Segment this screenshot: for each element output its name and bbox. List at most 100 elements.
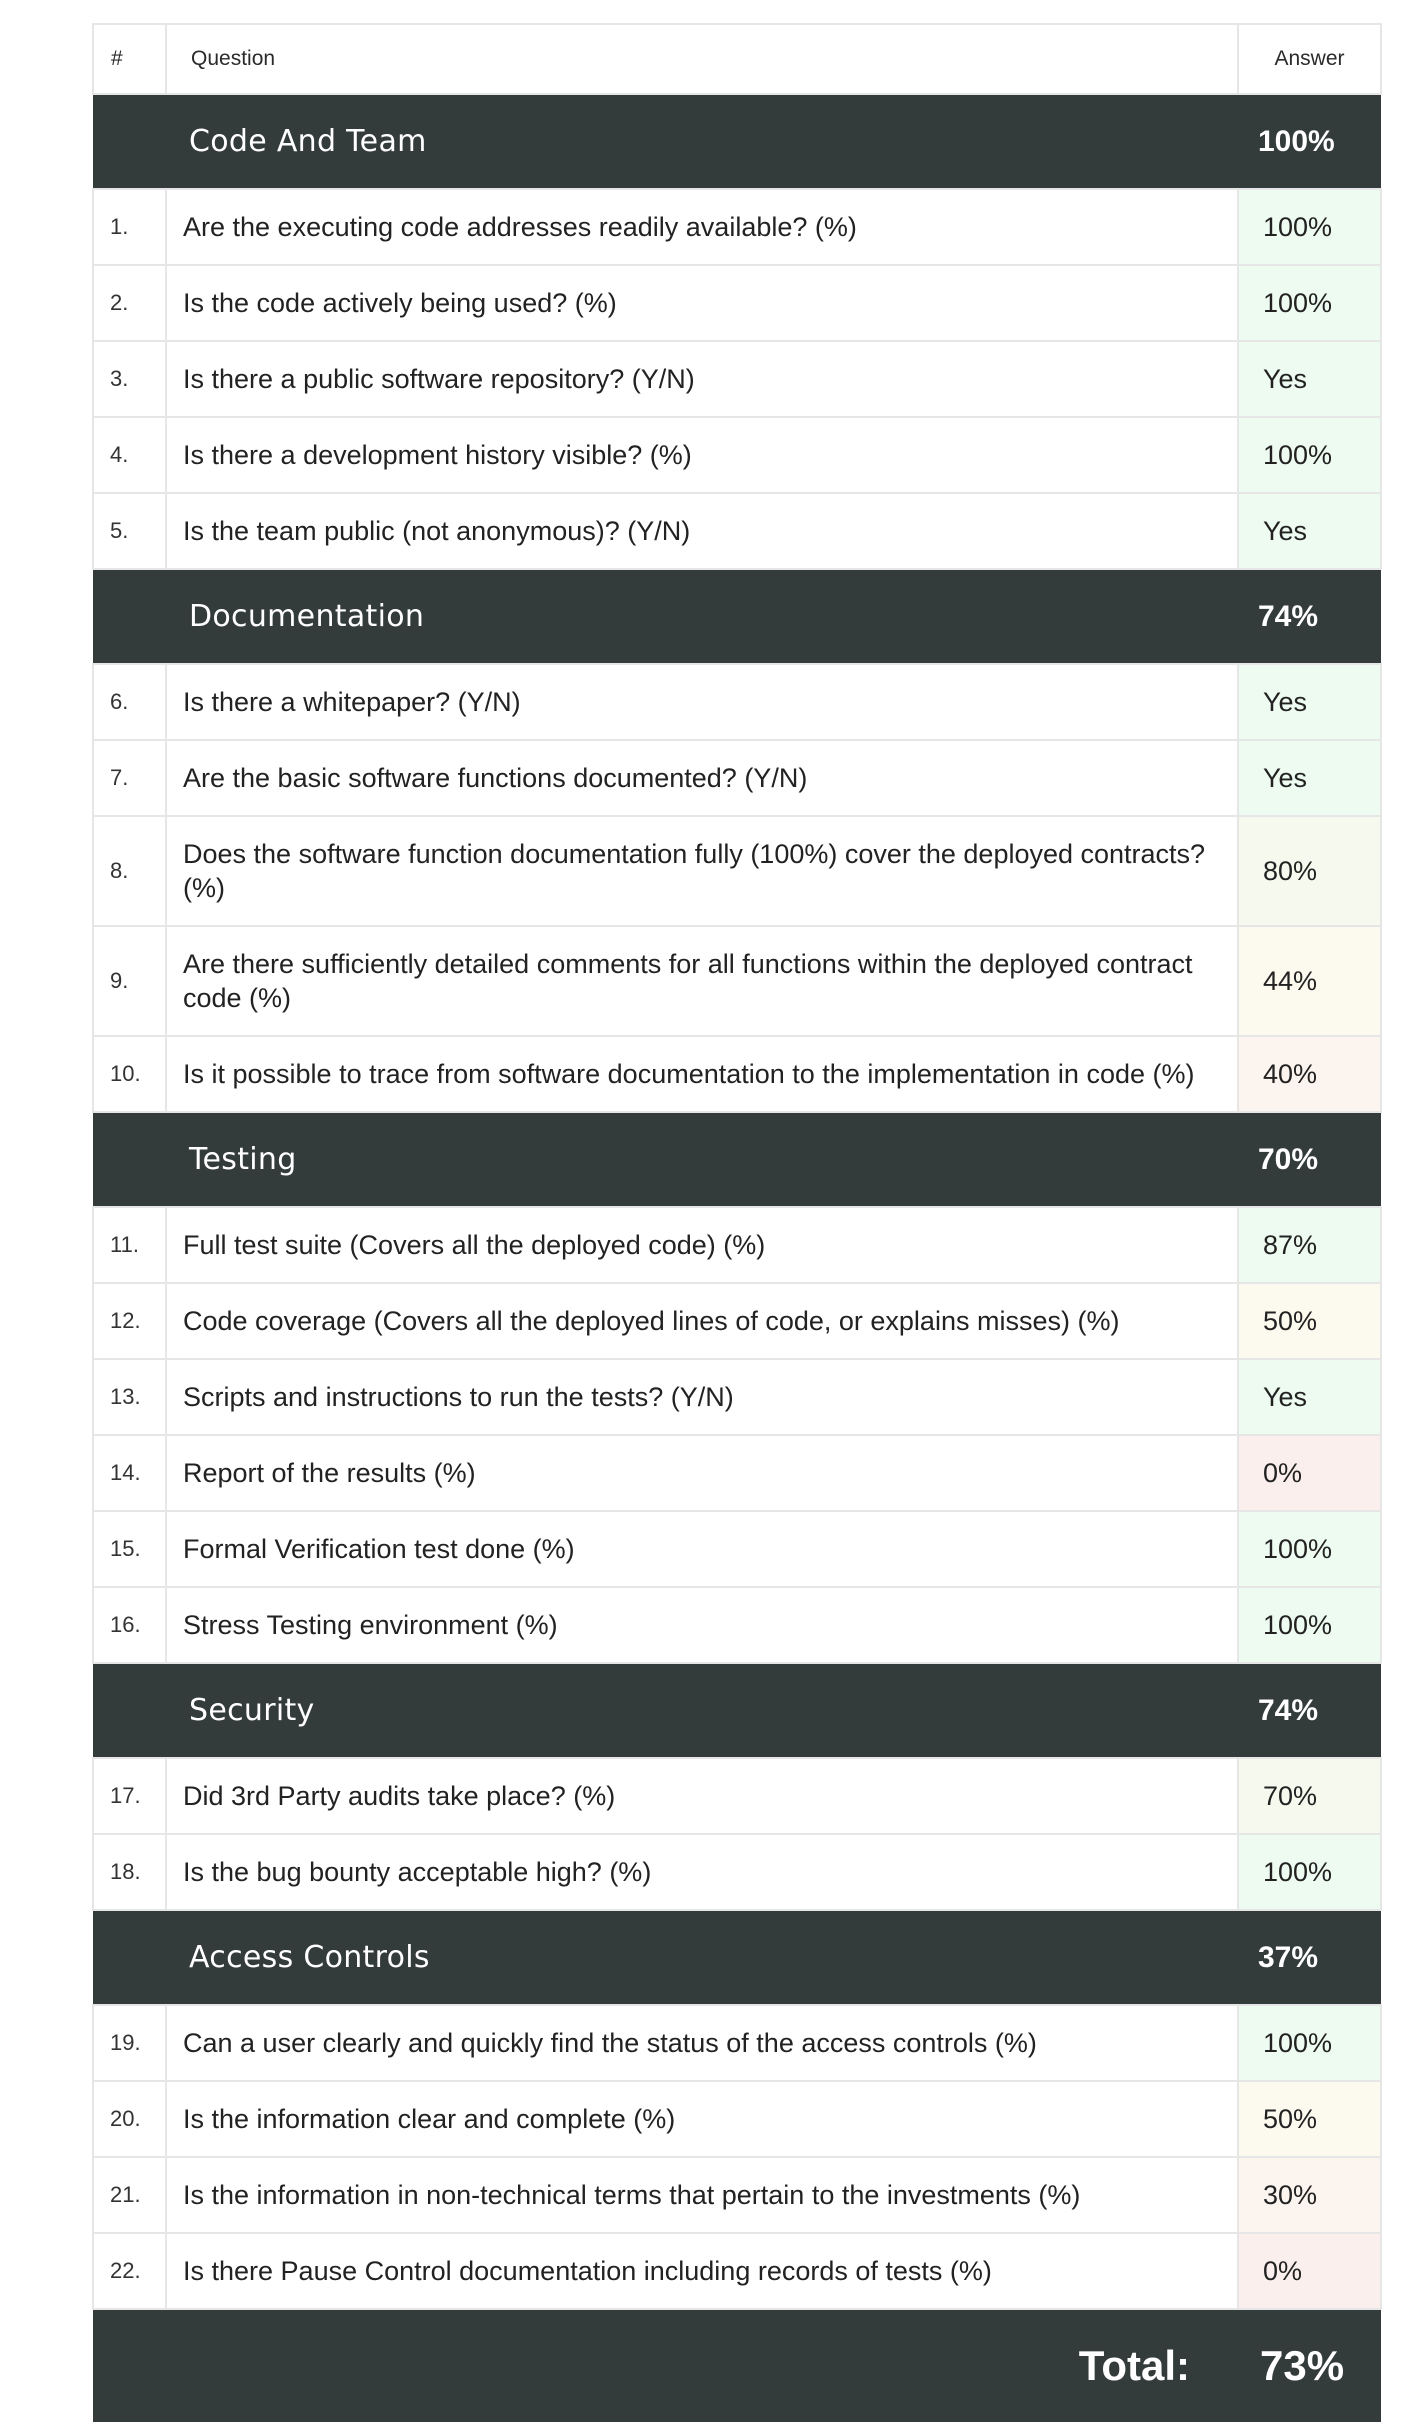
question-number: 19. bbox=[92, 2004, 167, 2082]
question-number: 5. bbox=[92, 492, 167, 570]
table-row: 5. Is the team public (not anonymous)? (Y… bbox=[92, 492, 1382, 570]
question-number: 11. bbox=[92, 1206, 167, 1284]
header-answer: Answer bbox=[1237, 23, 1382, 95]
question-text: Stress Testing environment (%) bbox=[165, 1586, 1239, 1664]
table-row: 8. Does the software function documentati… bbox=[92, 815, 1382, 927]
question-number: 9. bbox=[92, 925, 167, 1037]
table-row: 11. Full test suite (Covers all the deplo… bbox=[92, 1206, 1382, 1284]
question-text: Full test suite (Covers all the deployed… bbox=[165, 1206, 1239, 1284]
header-number: # bbox=[92, 23, 167, 95]
table-row: 9. Are there sufficiently detailed commen… bbox=[92, 925, 1382, 1037]
answer-value: 0% bbox=[1237, 2232, 1382, 2310]
question-text: Is it possible to trace from software do… bbox=[165, 1035, 1239, 1113]
question-number: 15. bbox=[92, 1510, 167, 1588]
section-title: Testing bbox=[93, 1112, 1238, 1207]
answer-value: 70% bbox=[1237, 1757, 1382, 1835]
question-text: Can a user clearly and quickly find the … bbox=[165, 2004, 1239, 2082]
question-text: Are the executing code addresses readily… bbox=[165, 188, 1239, 266]
question-number: 17. bbox=[92, 1757, 167, 1835]
table-row: 21. Is the information in non-technical t… bbox=[92, 2156, 1382, 2234]
answer-value: 50% bbox=[1237, 1282, 1382, 1360]
section-header-testing: Testing 70% bbox=[93, 1112, 1381, 1207]
total-label: Total: bbox=[93, 2309, 1238, 2422]
table-row: 6. Is there a whitepaper? (Y/N) Yes bbox=[92, 663, 1382, 741]
table-row: 3. Is there a public software repository?… bbox=[92, 340, 1382, 418]
question-number: 21. bbox=[92, 2156, 167, 2234]
question-text: Is there a development history visible? … bbox=[165, 416, 1239, 494]
answer-value: 100% bbox=[1237, 416, 1382, 494]
section-header-security: Security 74% bbox=[93, 1663, 1381, 1758]
total-row: Total: 73% bbox=[93, 2309, 1381, 2422]
question-text: Is there a public software repository? (… bbox=[165, 340, 1239, 418]
question-text: Is the information clear and complete (%… bbox=[165, 2080, 1239, 2158]
answer-value: Yes bbox=[1237, 663, 1382, 741]
question-text: Formal Verification test done (%) bbox=[165, 1510, 1239, 1588]
table-row: 20. Is the information clear and complete… bbox=[92, 2080, 1382, 2158]
table-row: 18. Is the bug bounty acceptable high? (%… bbox=[92, 1833, 1382, 1911]
question-text: Are there sufficiently detailed comments… bbox=[165, 925, 1239, 1037]
table-row: 13. Scripts and instructions to run the t… bbox=[92, 1358, 1382, 1436]
question-number: 1. bbox=[92, 188, 167, 266]
answer-value: 30% bbox=[1237, 2156, 1382, 2234]
question-text: Are the basic software functions documen… bbox=[165, 739, 1239, 817]
section-title: Access Controls bbox=[93, 1910, 1238, 2005]
section-header-access-controls: Access Controls 37% bbox=[93, 1910, 1381, 2005]
table-row: 4. Is there a development history visible… bbox=[92, 416, 1382, 494]
question-text: Report of the results (%) bbox=[165, 1434, 1239, 1512]
answer-value: 44% bbox=[1237, 925, 1382, 1037]
section-score: 74% bbox=[1238, 569, 1381, 664]
section-title: Documentation bbox=[93, 569, 1238, 664]
question-number: 10. bbox=[92, 1035, 167, 1113]
answer-value: 50% bbox=[1237, 2080, 1382, 2158]
answer-value: Yes bbox=[1237, 340, 1382, 418]
question-text: Does the software function documentation… bbox=[165, 815, 1239, 927]
table-row: 22. Is there Pause Control documentation … bbox=[92, 2232, 1382, 2310]
question-number: 16. bbox=[92, 1586, 167, 1664]
answer-value: Yes bbox=[1237, 739, 1382, 817]
answer-value: 40% bbox=[1237, 1035, 1382, 1113]
score-table: # Question Answer Code And Team 100% 1. Are… bbox=[92, 23, 1382, 2422]
question-number: 20. bbox=[92, 2080, 167, 2158]
table-row: 17. Did 3rd Party audits take place? (%) 7… bbox=[92, 1757, 1382, 1835]
table-row: 19. Can a user clearly and quickly find t… bbox=[92, 2004, 1382, 2082]
question-number: 12. bbox=[92, 1282, 167, 1360]
answer-value: 100% bbox=[1237, 264, 1382, 342]
question-text: Is the information in non-technical term… bbox=[165, 2156, 1239, 2234]
table-row: 2. Is the code actively being used? (%) 10… bbox=[92, 264, 1382, 342]
table-row: 15. Formal Verification test done (%) 100% bbox=[92, 1510, 1382, 1588]
question-text: Is the bug bounty acceptable high? (%) bbox=[165, 1833, 1239, 1911]
question-number: 7. bbox=[92, 739, 167, 817]
answer-value: 80% bbox=[1237, 815, 1382, 927]
table-row: 10. Is it possible to trace from software… bbox=[92, 1035, 1382, 1113]
section-score: 100% bbox=[1238, 94, 1381, 189]
answer-value: 100% bbox=[1237, 188, 1382, 266]
answer-value: 100% bbox=[1237, 1510, 1382, 1588]
section-score: 37% bbox=[1238, 1910, 1381, 2005]
answer-value: 0% bbox=[1237, 1434, 1382, 1512]
question-number: 3. bbox=[92, 340, 167, 418]
question-text: Is the team public (not anonymous)? (Y/N… bbox=[165, 492, 1239, 570]
question-text: Is there Pause Control documentation inc… bbox=[165, 2232, 1239, 2310]
table-row: 14. Report of the results (%) 0% bbox=[92, 1434, 1382, 1512]
section-score: 70% bbox=[1238, 1112, 1381, 1207]
header-question: Question bbox=[165, 23, 1239, 95]
section-title: Code And Team bbox=[93, 94, 1238, 189]
question-number: 14. bbox=[92, 1434, 167, 1512]
question-number: 8. bbox=[92, 815, 167, 927]
question-number: 4. bbox=[92, 416, 167, 494]
table-row: 7. Are the basic software functions docum… bbox=[92, 739, 1382, 817]
section-title: Security bbox=[93, 1663, 1238, 1758]
table-row: 16. Stress Testing environment (%) 100% bbox=[92, 1586, 1382, 1664]
total-value: 73% bbox=[1238, 2309, 1381, 2422]
question-number: 13. bbox=[92, 1358, 167, 1436]
answer-value: 100% bbox=[1237, 1833, 1382, 1911]
question-number: 22. bbox=[92, 2232, 167, 2310]
question-text: Scripts and instructions to run the test… bbox=[165, 1358, 1239, 1436]
answer-value: Yes bbox=[1237, 492, 1382, 570]
answer-value: 87% bbox=[1237, 1206, 1382, 1284]
question-text: Did 3rd Party audits take place? (%) bbox=[165, 1757, 1239, 1835]
section-score: 74% bbox=[1238, 1663, 1381, 1758]
question-text: Is the code actively being used? (%) bbox=[165, 264, 1239, 342]
question-number: 18. bbox=[92, 1833, 167, 1911]
question-number: 6. bbox=[92, 663, 167, 741]
